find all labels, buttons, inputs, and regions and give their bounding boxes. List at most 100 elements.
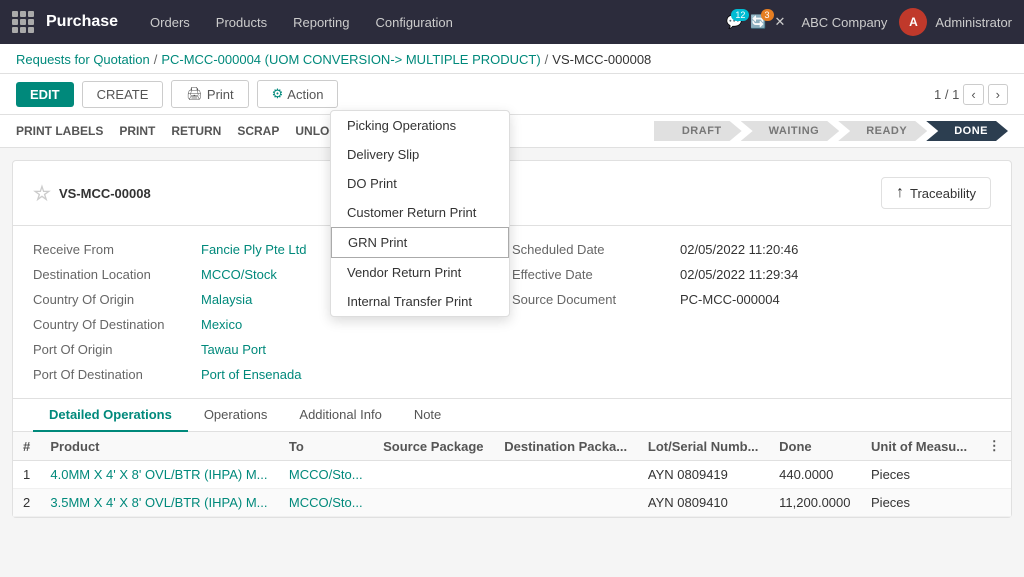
nav-products[interactable]: Products [204,9,279,36]
field-scheduled-date: Scheduled Date 02/05/2022 11:20:46 [512,242,991,257]
tab-additional-info[interactable]: Additional Info [283,399,397,432]
cell-num-2: 2 [13,489,40,517]
print-button-sub[interactable]: PRINT [119,124,155,138]
gear-icon: ⚙ [272,86,284,102]
operations-table: # Product To Source Package Destination … [13,431,1011,517]
value-port-destination[interactable]: Port of Ensenada [201,367,301,382]
chat-icon[interactable]: 💬12 [726,14,742,30]
cell-lot-2: AYN 0809410 [638,489,769,517]
cell-action-2 [978,489,1011,517]
col-uom: Unit of Measu... [861,432,978,461]
menu-customer-return-print[interactable]: Customer Return Print [331,198,509,227]
status-done[interactable]: DONE [926,121,1008,141]
return-button[interactable]: RETURN [171,124,221,138]
menu-picking-operations[interactable]: Picking Operations [331,111,509,140]
menu-internal-transfer-print[interactable]: Internal Transfer Print [331,287,509,316]
tabs-bar: Detailed Operations Operations Additiona… [13,398,1011,431]
cell-source-pkg-1 [373,461,494,489]
menu-delivery-slip[interactable]: Delivery Slip [331,140,509,169]
value-country-destination[interactable]: Mexico [201,317,242,332]
action-bar: EDIT CREATE 🖨 Print ⚙ Action Picking Ope… [0,74,1024,115]
scrap-button[interactable]: SCRAP [237,124,279,138]
nav-reporting[interactable]: Reporting [281,9,361,36]
status-ready[interactable]: READY [838,121,927,141]
print-label: Print [207,87,234,102]
main-content: ☆ VS-MCC-00008 ↑ Traceability Receive Fr… [12,160,1012,518]
cell-to-2[interactable]: MCCO/Sto... [279,489,373,517]
cell-done-2: 11,200.0000 [769,489,861,517]
value-destination-location[interactable]: MCCO/Stock [201,267,277,282]
status-draft[interactable]: DRAFT [654,121,742,141]
action-button[interactable]: ⚙ Action [257,80,339,108]
cell-uom-1: Pieces [861,461,978,489]
value-source-document: PC-MCC-000004 [680,292,780,307]
status-waiting[interactable]: WAITING [741,121,840,141]
company-name[interactable]: ABC Company [801,15,887,30]
field-grid: Receive From Fancie Ply Pte Ltd Destinat… [13,226,1011,398]
traceability-arrow-icon: ↑ [896,184,904,202]
pagination: 1 / 1 ‹ › [934,84,1008,105]
col-lot: Lot/Serial Numb... [638,432,769,461]
label-effective-date: Effective Date [512,267,672,282]
breadcrumb-parent[interactable]: PC-MCC-000004 (UOM CONVERSION-> MULTIPLE… [161,52,540,67]
value-receive-from[interactable]: Fancie Ply Pte Ltd [201,242,307,257]
prev-page-button[interactable]: ‹ [963,84,983,105]
breadcrumb-root[interactable]: Requests for Quotation [16,52,150,67]
field-country-destination: Country Of Destination Mexico [33,317,512,332]
activity-icon[interactable]: 🔄3 [750,14,766,30]
cell-product-2[interactable]: 3.5MM X 4' X 8' OVL/BTR (IHPA) M... [40,489,278,517]
value-scheduled-date: 02/05/2022 11:20:46 [680,242,798,257]
label-country-destination: Country Of Destination [33,317,193,332]
field-effective-date: Effective Date 02/05/2022 11:29:34 [512,267,991,282]
breadcrumb-sep1: / [154,52,158,67]
menu-do-print[interactable]: DO Print [331,169,509,198]
print-button[interactable]: 🖨 Print [171,80,248,108]
close-icon[interactable]: ✕ [775,14,786,30]
label-country-origin: Country Of Origin [33,292,193,307]
avatar[interactable]: A [899,8,927,36]
cell-product-1[interactable]: 4.0MM X 4' X 8' OVL/BTR (IHPA) M... [40,461,278,489]
doc-header: ☆ VS-MCC-00008 ↑ Traceability [13,161,1011,226]
menu-vendor-return-print[interactable]: Vendor Return Print [331,258,509,287]
label-port-destination: Port Of Destination [33,367,193,382]
breadcrumb-sep2: / [545,52,549,67]
label-source-document: Source Document [512,292,672,307]
field-port-destination: Port Of Destination Port of Ensenada [33,367,512,382]
col-source-package: Source Package [373,432,494,461]
table-row: 1 4.0MM X 4' X 8' OVL/BTR (IHPA) M... MC… [13,461,1011,489]
admin-name: Administrator [935,15,1012,30]
nav-orders[interactable]: Orders [138,9,202,36]
cell-num-1: 1 [13,461,40,489]
cell-lot-1: AYN 0809419 [638,461,769,489]
nav-configuration[interactable]: Configuration [363,9,464,36]
doc-title: VS-MCC-00008 [59,186,151,201]
cell-dest-pkg-2 [494,489,638,517]
field-source-document: Source Document PC-MCC-000004 [512,292,991,307]
app-brand[interactable]: Purchase [46,13,118,31]
breadcrumb: Requests for Quotation / PC-MCC-000004 (… [16,52,1008,67]
status-pipeline: DRAFT WAITING READY DONE [655,121,1008,141]
value-port-origin[interactable]: Tawau Port [201,342,266,357]
value-country-origin[interactable]: Malaysia [201,292,252,307]
col-product: Product [40,432,278,461]
traceability-button[interactable]: ↑ Traceability [881,177,991,209]
apps-menu[interactable] [12,11,34,33]
edit-button[interactable]: EDIT [16,82,74,107]
print-labels-button[interactable]: PRINT LABELS [16,124,103,138]
tab-note[interactable]: Note [398,399,457,432]
pagination-text: 1 / 1 [934,87,959,102]
col-dest-package: Destination Packa... [494,432,638,461]
favorite-icon[interactable]: ☆ [33,181,51,206]
col-actions: ⋮ [978,432,1011,461]
main-nav: Orders Products Reporting Configuration [138,9,722,36]
cell-action-1 [978,461,1011,489]
cell-uom-2: Pieces [861,489,978,517]
tab-operations[interactable]: Operations [188,399,284,432]
menu-grn-print[interactable]: GRN Print [331,227,509,258]
tab-detailed-operations[interactable]: Detailed Operations [33,399,188,432]
cell-done-1: 440.0000 [769,461,861,489]
label-destination-location: Destination Location [33,267,193,282]
create-button[interactable]: CREATE [82,81,164,108]
next-page-button[interactable]: › [988,84,1008,105]
cell-to-1[interactable]: MCCO/Sto... [279,461,373,489]
